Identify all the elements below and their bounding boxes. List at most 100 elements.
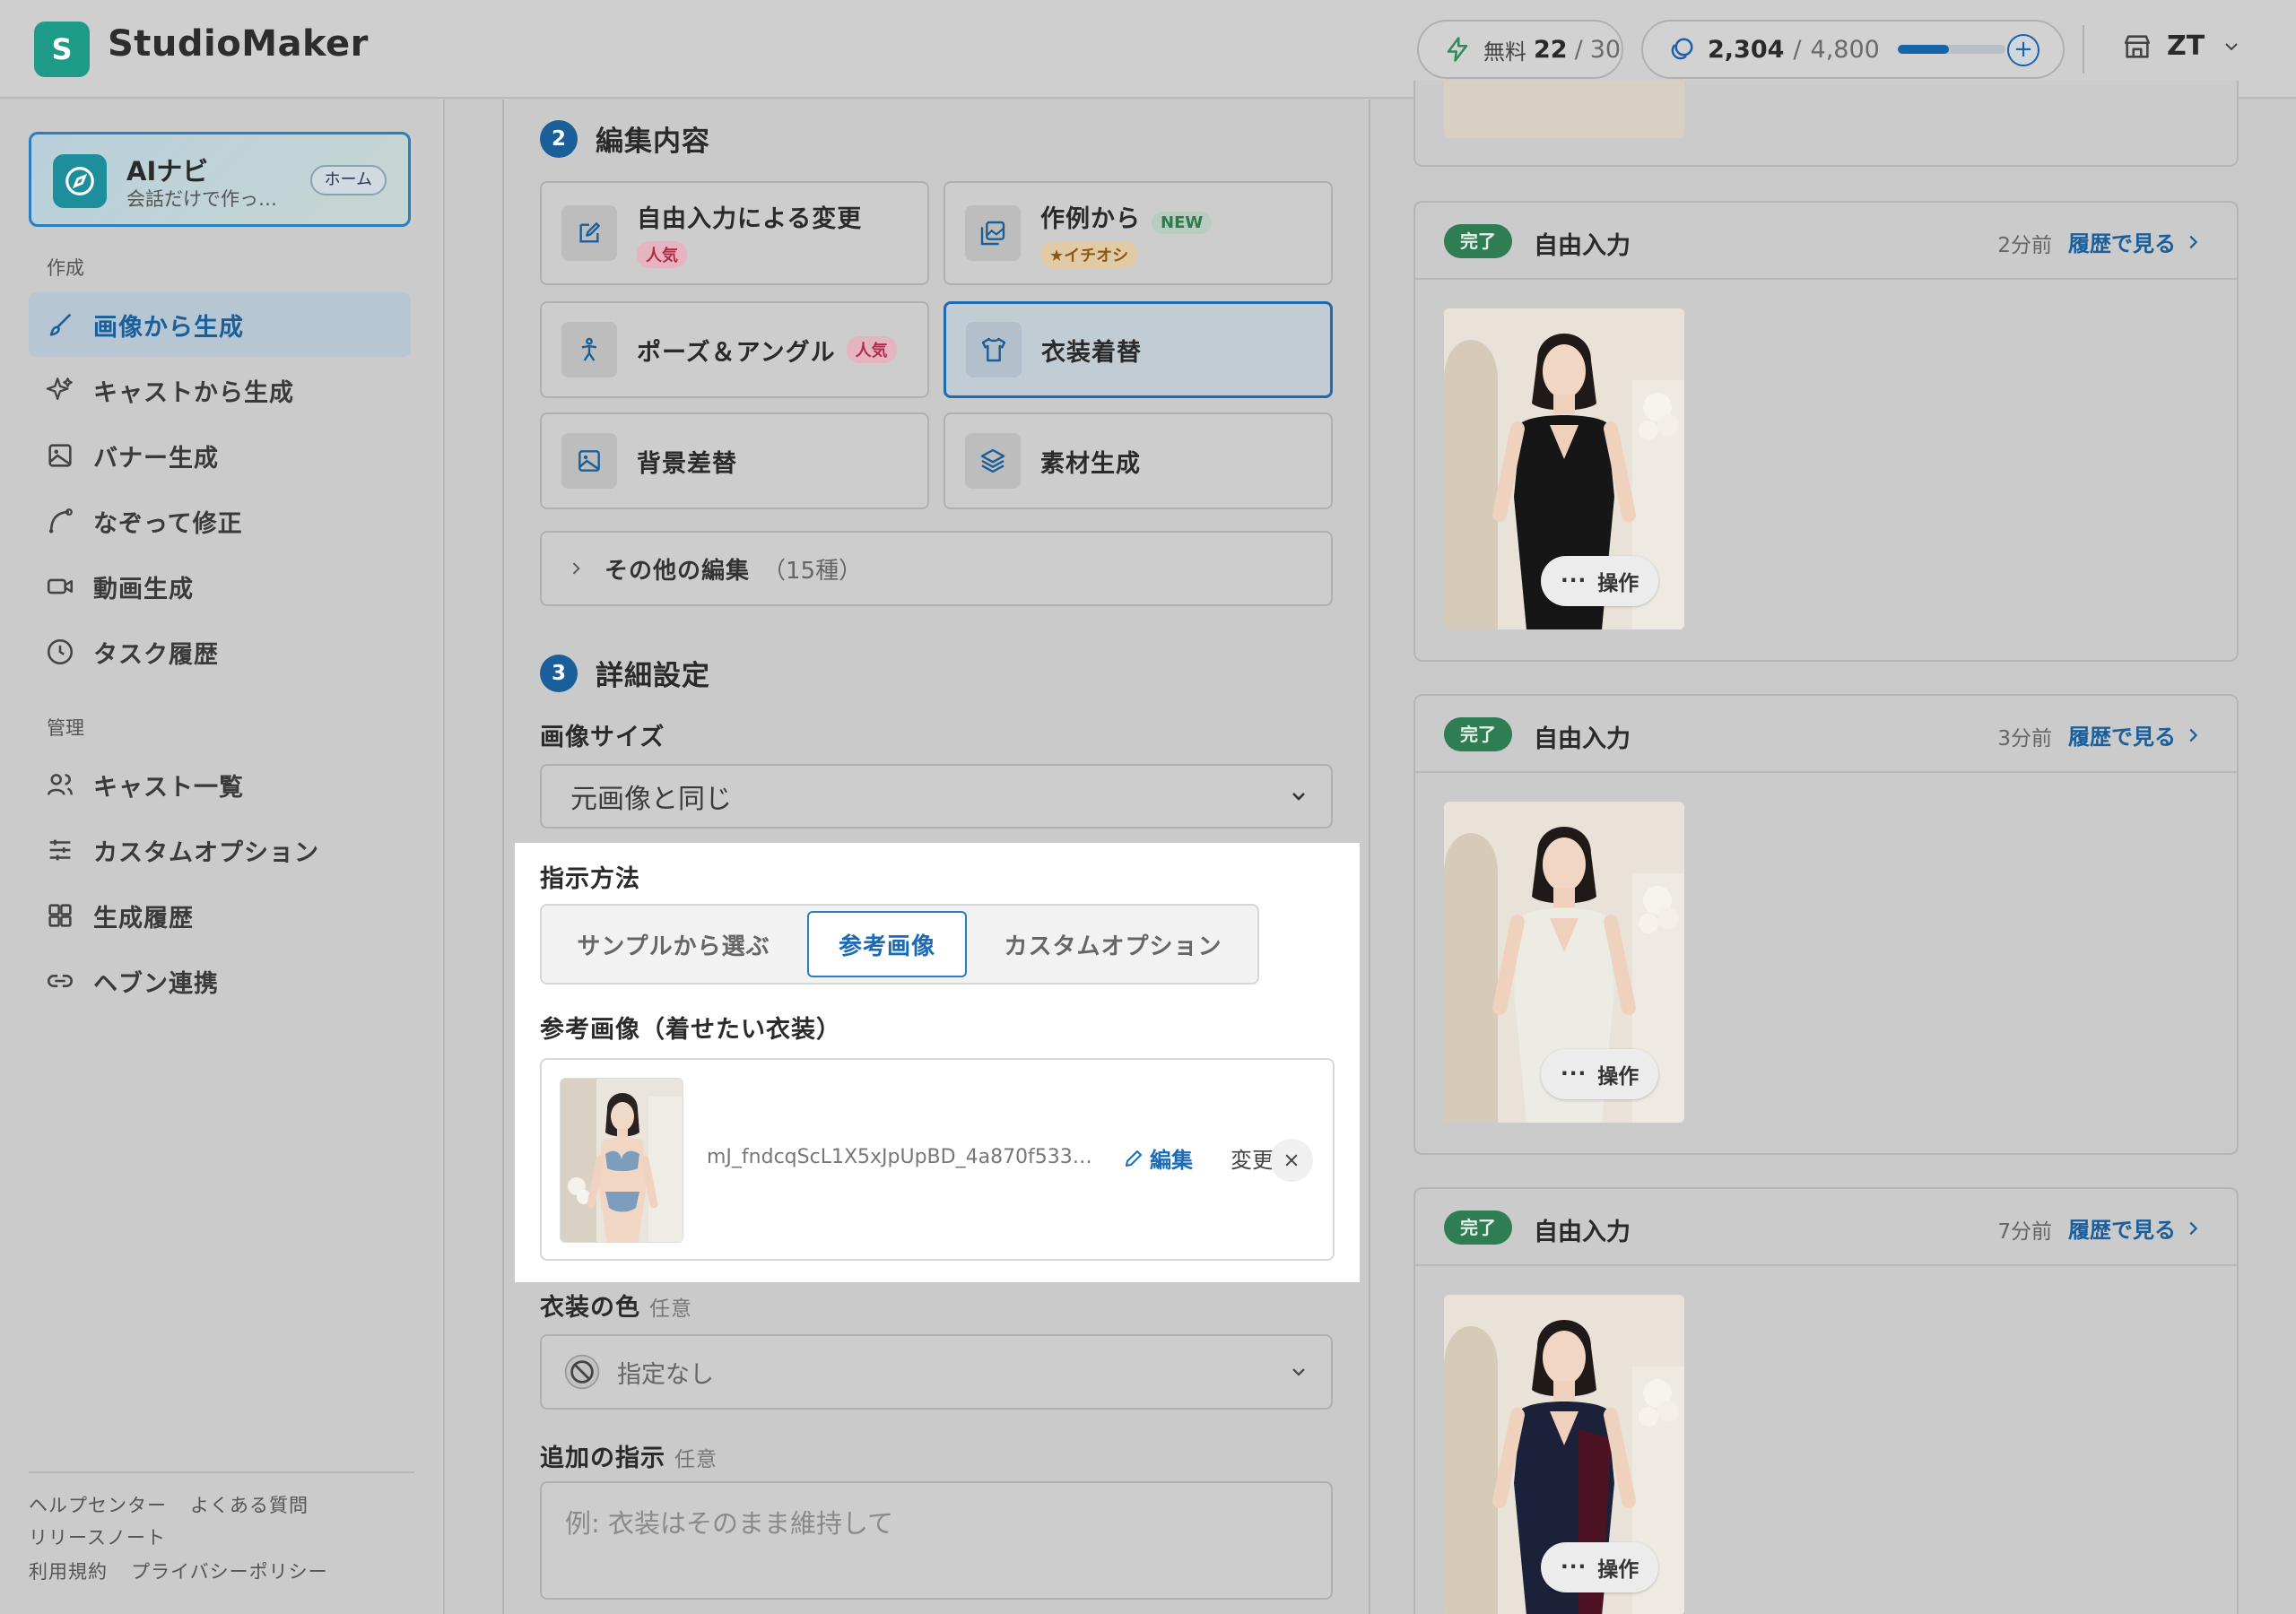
outfit-color-select[interactable]: 指定なし <box>540 1334 1333 1410</box>
ai-navi-card[interactable]: AIナビ 会話だけで作っ… ホーム <box>29 132 411 227</box>
view-history-link[interactable]: 履歴で見る <box>2068 719 2203 751</box>
step-number: 2 <box>540 119 578 158</box>
sidebar-item-banner[interactable]: バナー生成 <box>29 423 411 488</box>
sidebar-item-custom-options[interactable]: カスタムオプション <box>29 818 411 882</box>
tab-sample[interactable]: サンプルから選ぶ <box>547 911 800 977</box>
free-sep: / <box>1574 35 1583 64</box>
more-edits-count: （15種） <box>762 557 863 585</box>
result-image[interactable]: ··· 操作 <box>1444 802 1684 1123</box>
credit-current: 2,304 <box>1708 35 1785 64</box>
sidebar-item-heaven-link[interactable]: ヘブン連携 <box>29 949 411 1013</box>
result-title: 自由入力 <box>1534 1219 1631 1246</box>
view-history-label: 履歴で見る <box>2068 725 2176 750</box>
result-action-button[interactable]: ··· 操作 <box>1541 1049 1659 1099</box>
free-used: 22 <box>1534 35 1568 64</box>
sidebar-divider <box>29 1471 414 1473</box>
result-image[interactable]: ··· 操作 <box>1444 308 1684 629</box>
image-size-select[interactable]: 元画像と同じ <box>540 764 1333 829</box>
sidebar-item-cast-generate[interactable]: キャストから生成 <box>29 358 411 422</box>
result-title: 自由入力 <box>1534 725 1631 753</box>
extra-instruction-placeholder: 例: 衣装はそのまま維持して <box>565 1508 894 1539</box>
video-icon <box>47 578 74 594</box>
chevron-right-icon <box>2189 1221 2198 1235</box>
step-number: 3 <box>540 654 578 692</box>
instruction-method-tabs: サンプルから選ぶ 参考画像 カスタムオプション <box>540 904 1259 985</box>
grid-icon <box>48 904 72 927</box>
option-asset-generate[interactable]: 素材生成 <box>944 412 1333 509</box>
option-title: 素材生成 <box>1040 449 1141 478</box>
step-title: 編集内容 <box>596 126 710 158</box>
result-image-partial[interactable] <box>1444 81 1684 138</box>
link-icon <box>48 975 73 987</box>
view-history-link[interactable]: 履歴で見る <box>2068 1212 2203 1244</box>
sidebar-item-label: タスク履歴 <box>93 640 219 669</box>
option-title: 自由入力による変更 <box>637 204 863 233</box>
sidebar-item-label: カスタムオプション <box>93 838 319 867</box>
add-credit-button[interactable]: + <box>2007 34 2039 66</box>
close-icon <box>1285 1154 1298 1167</box>
footer-link-faq[interactable]: よくある質問 <box>190 1491 309 1518</box>
reference-thumbnail[interactable] <box>560 1078 683 1243</box>
footer-link-privacy[interactable]: プライバシーポリシー <box>131 1558 328 1584</box>
result-card: 完了 自由入力 7分前 履歴で見る ··· 操作 <box>1413 1187 2239 1614</box>
chevron-right-icon <box>572 562 580 575</box>
image-icon <box>48 444 72 467</box>
image-size-label: 画像サイズ <box>540 724 665 751</box>
extra-instruction-textarea[interactable]: 例: 衣装はそのまま維持して <box>540 1481 1333 1600</box>
sidebar-item-label: キャストから生成 <box>93 378 294 407</box>
result-action-button[interactable]: ··· 操作 <box>1541 556 1659 606</box>
edit-reference-button[interactable]: 編集 <box>1123 1142 1193 1174</box>
option-background-swap[interactable]: 背景差替 <box>540 412 929 509</box>
footer-link-release[interactable]: リリースノート <box>29 1523 166 1550</box>
user-menu[interactable]: ZT <box>2122 30 2242 62</box>
view-history-link[interactable]: 履歴で見る <box>2068 226 2203 257</box>
result-card-header: 完了 自由入力 7分前 履歴で見る <box>1415 1189 2237 1266</box>
option-outfit-change[interactable]: 衣装着替 <box>944 301 1333 398</box>
result-action-button[interactable]: ··· 操作 <box>1541 1542 1659 1592</box>
more-dots-icon: ··· <box>1561 569 1587 593</box>
view-history-label: 履歴で見る <box>2068 231 2176 256</box>
sidebar-item-label: 生成履歴 <box>93 904 194 933</box>
app-logo[interactable]: S <box>34 22 90 77</box>
reference-image-box: mJ_fndcqScL1X5xJpUpBD_4a870f533… 編集 変更 <box>540 1058 1335 1261</box>
sidebar-item-label: なぞって修正 <box>93 509 243 538</box>
more-edits-expander[interactable]: その他の編集 （15種） <box>540 531 1333 606</box>
brand-name[interactable]: StudioMaker <box>108 23 369 65</box>
sidebar-item-cast-list[interactable]: キャスト一覧 <box>29 752 411 817</box>
sidebar-item-image-generate[interactable]: 画像から生成 <box>29 292 411 357</box>
option-pose-angle[interactable]: ポーズ＆アングル 人気 <box>540 301 929 398</box>
result-card-header: 完了 自由入力 3分前 履歴で見る <box>1415 696 2237 773</box>
sidebar-item-video[interactable]: 動画生成 <box>29 554 411 619</box>
tab-reference-image[interactable]: 参考画像 <box>807 911 967 977</box>
option-title: ポーズ＆アングル <box>637 338 836 367</box>
footer-link-help[interactable]: ヘルプセンター <box>29 1491 167 1518</box>
step-2-header: 2 編集内容 <box>540 118 710 159</box>
remove-reference-button[interactable] <box>1270 1139 1313 1182</box>
free-label: 無料 <box>1483 39 1526 65</box>
credit-pill[interactable]: 2,304 / 4,800 + <box>1641 20 2065 79</box>
sidebar-item-generation-history[interactable]: 生成履歴 <box>29 883 411 948</box>
change-reference-button[interactable]: 変更 <box>1231 1142 1274 1174</box>
new-badge: NEW <box>1152 211 1213 234</box>
store-icon <box>2124 34 2151 58</box>
chevron-down-icon <box>1292 1368 1305 1376</box>
sidebar-item-task-history[interactable]: タスク履歴 <box>29 620 411 684</box>
sidebar-item-trace-fix[interactable]: なぞって修正 <box>29 489 411 553</box>
tab-custom-option[interactable]: カスタムオプション <box>972 911 1254 977</box>
coins-icon <box>1671 38 1693 60</box>
option-free-input[interactable]: 自由入力による変更 人気 <box>540 181 929 285</box>
header-divider <box>2083 25 2084 74</box>
credit-progress-bar <box>1897 45 2005 54</box>
result-time: 7分前 <box>1997 1220 2052 1244</box>
sparkle-icon <box>46 377 73 401</box>
ai-navi-home-badge[interactable]: ホーム <box>309 165 387 195</box>
sidebar-item-label: バナー生成 <box>93 444 219 473</box>
result-image[interactable]: ··· 操作 <box>1444 1295 1684 1614</box>
recommended-badge: ★イチオシ <box>1040 240 1138 268</box>
free-quota-pill[interactable]: 無料 22 / 30 <box>1417 20 1623 79</box>
extra-instruction-label-text: 追加の指示 <box>540 1445 665 1472</box>
result-action-label: 操作 <box>1597 1558 1639 1582</box>
result-card-header: 完了 自由入力 2分前 履歴で見る <box>1415 203 2237 280</box>
footer-link-terms[interactable]: 利用規約 <box>29 1558 108 1584</box>
option-from-examples[interactable]: 作例から NEW ★イチオシ <box>944 181 1333 285</box>
